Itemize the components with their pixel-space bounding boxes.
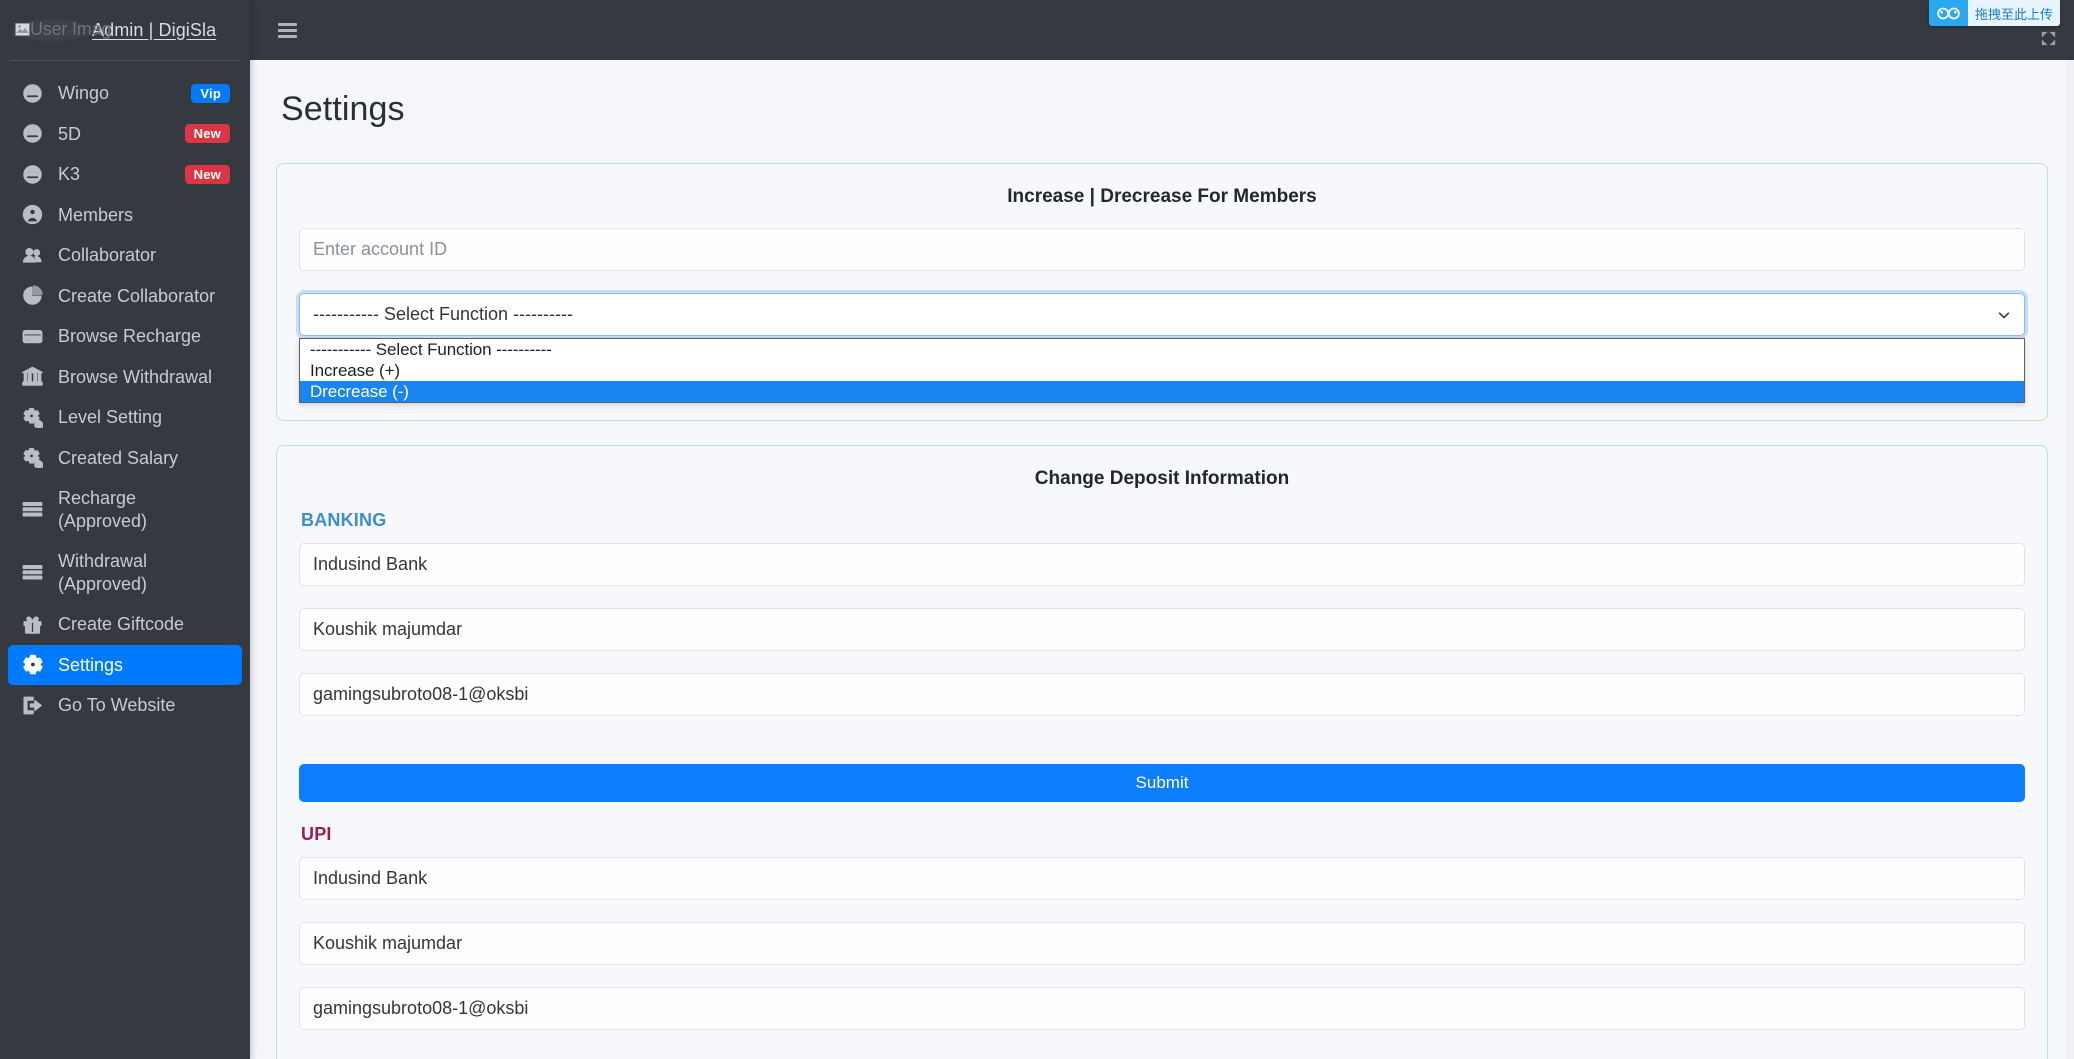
sidebar-item-label: Recharge (Approved) bbox=[58, 488, 148, 531]
list-icon bbox=[20, 499, 44, 520]
upi-account-holder-input[interactable] bbox=[299, 922, 2025, 965]
chevron-down-icon bbox=[1998, 311, 2010, 318]
select-option[interactable]: Increase (+) bbox=[300, 360, 2024, 381]
infinity-glyph bbox=[1937, 7, 1960, 19]
main-area: Settings Increase | Drecrease For Member… bbox=[250, 0, 2074, 1059]
function-select-wrapper: ----------- Select Function ---------- -… bbox=[299, 293, 2025, 403]
credit-card-icon bbox=[20, 326, 44, 347]
broken-user-image-icon: User Imag bbox=[12, 17, 111, 43]
banking-submit-button[interactable]: Submit bbox=[299, 764, 2025, 802]
topbar bbox=[250, 0, 2074, 60]
sidebar-item-collaborator[interactable]: Collaborator bbox=[8, 235, 242, 276]
sidebar-item-badge: Vip bbox=[191, 83, 230, 103]
banking-spacer bbox=[299, 738, 2025, 764]
sidebar-item-withdrawal-approved[interactable]: Withdrawal (Approved) bbox=[8, 541, 242, 604]
user-circle-icon bbox=[20, 204, 44, 225]
upi-bank-name-input[interactable] bbox=[299, 857, 2025, 900]
increase-decrease-card-title: Increase | Drecrease For Members bbox=[1007, 186, 1317, 207]
drag-upload-widget[interactable]: 拖拽至此上传 bbox=[1928, 0, 2060, 26]
function-select[interactable]: ----------- Select Function ---------- bbox=[299, 293, 2025, 336]
drag-upload-icon bbox=[1928, 0, 1968, 26]
sidebar-item-go-to-website[interactable]: Go To Website bbox=[8, 685, 242, 726]
sidebar-item-created-salary[interactable]: Created Salary bbox=[8, 438, 242, 479]
expand-arrows-icon[interactable] bbox=[2039, 29, 2058, 48]
sidebar-item-wingo[interactable]: Wingo Vip bbox=[8, 73, 242, 114]
sidebar-item-badge: New bbox=[184, 164, 230, 184]
increase-decrease-card: Increase | Drecrease For Members -------… bbox=[276, 163, 2048, 421]
sidebar-item-label: Browse Recharge bbox=[58, 326, 202, 346]
gear-icon bbox=[20, 654, 44, 675]
sidebar-item-label: Withdrawal (Approved) bbox=[58, 551, 148, 594]
sidebar-item-settings[interactable]: Settings bbox=[8, 644, 242, 685]
sidebar-item-label: Settings bbox=[58, 654, 124, 675]
sidebar-item-label: Create Giftcode bbox=[58, 614, 185, 634]
sidebar-item-browse-withdrawal[interactable]: Browse Withdrawal bbox=[8, 357, 242, 398]
speedometer-icon bbox=[20, 123, 44, 144]
sidebar-item-badge: New bbox=[184, 124, 230, 144]
sidebar-item-label: Wingo bbox=[58, 83, 110, 103]
sidebar-item-label: Browse Withdrawal bbox=[58, 366, 213, 387]
sidebar-item-create-giftcode[interactable]: Create Giftcode bbox=[8, 604, 242, 645]
select-option[interactable]: ----------- Select Function ---------- bbox=[300, 339, 2024, 360]
app-root: User Imag Admin | DigiSla Wingo Vip 5D New K… bbox=[0, 0, 2074, 1059]
sidebar-item-recharge-approved[interactable]: Recharge (Approved) bbox=[8, 478, 242, 541]
broken-image-alt-text: User Imag bbox=[30, 19, 112, 39]
select-option[interactable]: Drecrease (-) bbox=[300, 381, 2024, 402]
banking-section-label: BANKING bbox=[301, 510, 387, 530]
sidebar-brand: User Imag Admin | DigiSla bbox=[0, 0, 250, 60]
bank-icon bbox=[20, 366, 44, 387]
sidebar-item-members[interactable]: Members bbox=[8, 195, 242, 236]
sidebar-item-label: K3 bbox=[58, 164, 81, 184]
upi-id-input[interactable] bbox=[299, 987, 2025, 1030]
sidebar-item-5d[interactable]: 5D New bbox=[8, 114, 242, 155]
banking-account-holder-input[interactable] bbox=[299, 608, 2025, 651]
function-select-value: ----------- Select Function ---------- bbox=[313, 304, 573, 324]
sidebar-item-label: Go To Website bbox=[58, 695, 176, 715]
gift-icon bbox=[20, 614, 44, 635]
sidebar-item-label: Created Salary bbox=[58, 447, 179, 468]
sidebar: User Imag Admin | DigiSla Wingo Vip 5D New K… bbox=[0, 0, 250, 1059]
broken-image-glyph bbox=[15, 23, 30, 36]
sidebar-nav: Wingo Vip 5D New K3 New Members Collaborator Cre… bbox=[0, 73, 250, 726]
sidebar-item-k3[interactable]: K3 New bbox=[8, 154, 242, 195]
speedometer-icon bbox=[20, 83, 44, 104]
sidebar-item-browse-recharge[interactable]: Browse Recharge bbox=[8, 316, 242, 357]
page-title: Settings bbox=[281, 90, 405, 128]
list-icon bbox=[20, 562, 44, 583]
page-scrollbar-gutter[interactable] bbox=[2066, 60, 2074, 1059]
speedometer-icon bbox=[20, 164, 44, 185]
sidebar-item-label: Create Collaborator bbox=[58, 285, 216, 306]
upi-section-label: UPI bbox=[301, 824, 332, 844]
drag-upload-text: 拖拽至此上传 bbox=[1967, 0, 2060, 26]
hamburger-icon[interactable] bbox=[276, 19, 299, 42]
change-deposit-card-title: Change Deposit Information bbox=[1034, 468, 1290, 489]
account-id-input[interactable] bbox=[299, 228, 2025, 271]
page-content: Settings Increase | Drecrease For Member… bbox=[250, 60, 2074, 1059]
gears-icon bbox=[20, 407, 44, 428]
sidebar-item-label: Members bbox=[58, 204, 134, 225]
sign-out-icon bbox=[20, 695, 44, 716]
gears-icon bbox=[20, 447, 44, 469]
sidebar-item-label: 5D bbox=[58, 123, 82, 144]
change-deposit-card: Change Deposit Information BANKING Submi… bbox=[276, 445, 2048, 1059]
banking-upi-id-input[interactable] bbox=[299, 673, 2025, 716]
sidebar-divider bbox=[10, 60, 240, 61]
function-select-options[interactable]: ----------- Select Function ---------- In… bbox=[299, 338, 2025, 403]
users-icon bbox=[20, 245, 44, 266]
sidebar-item-create-collaborator[interactable]: Create Collaborator bbox=[8, 276, 242, 317]
sidebar-item-level-setting[interactable]: Level Setting bbox=[8, 397, 242, 438]
sidebar-item-label: Level Setting bbox=[58, 407, 163, 427]
pie-chart-icon bbox=[20, 285, 44, 306]
sidebar-item-label: Collaborator bbox=[58, 245, 157, 265]
banking-bank-name-input[interactable] bbox=[299, 543, 2025, 586]
